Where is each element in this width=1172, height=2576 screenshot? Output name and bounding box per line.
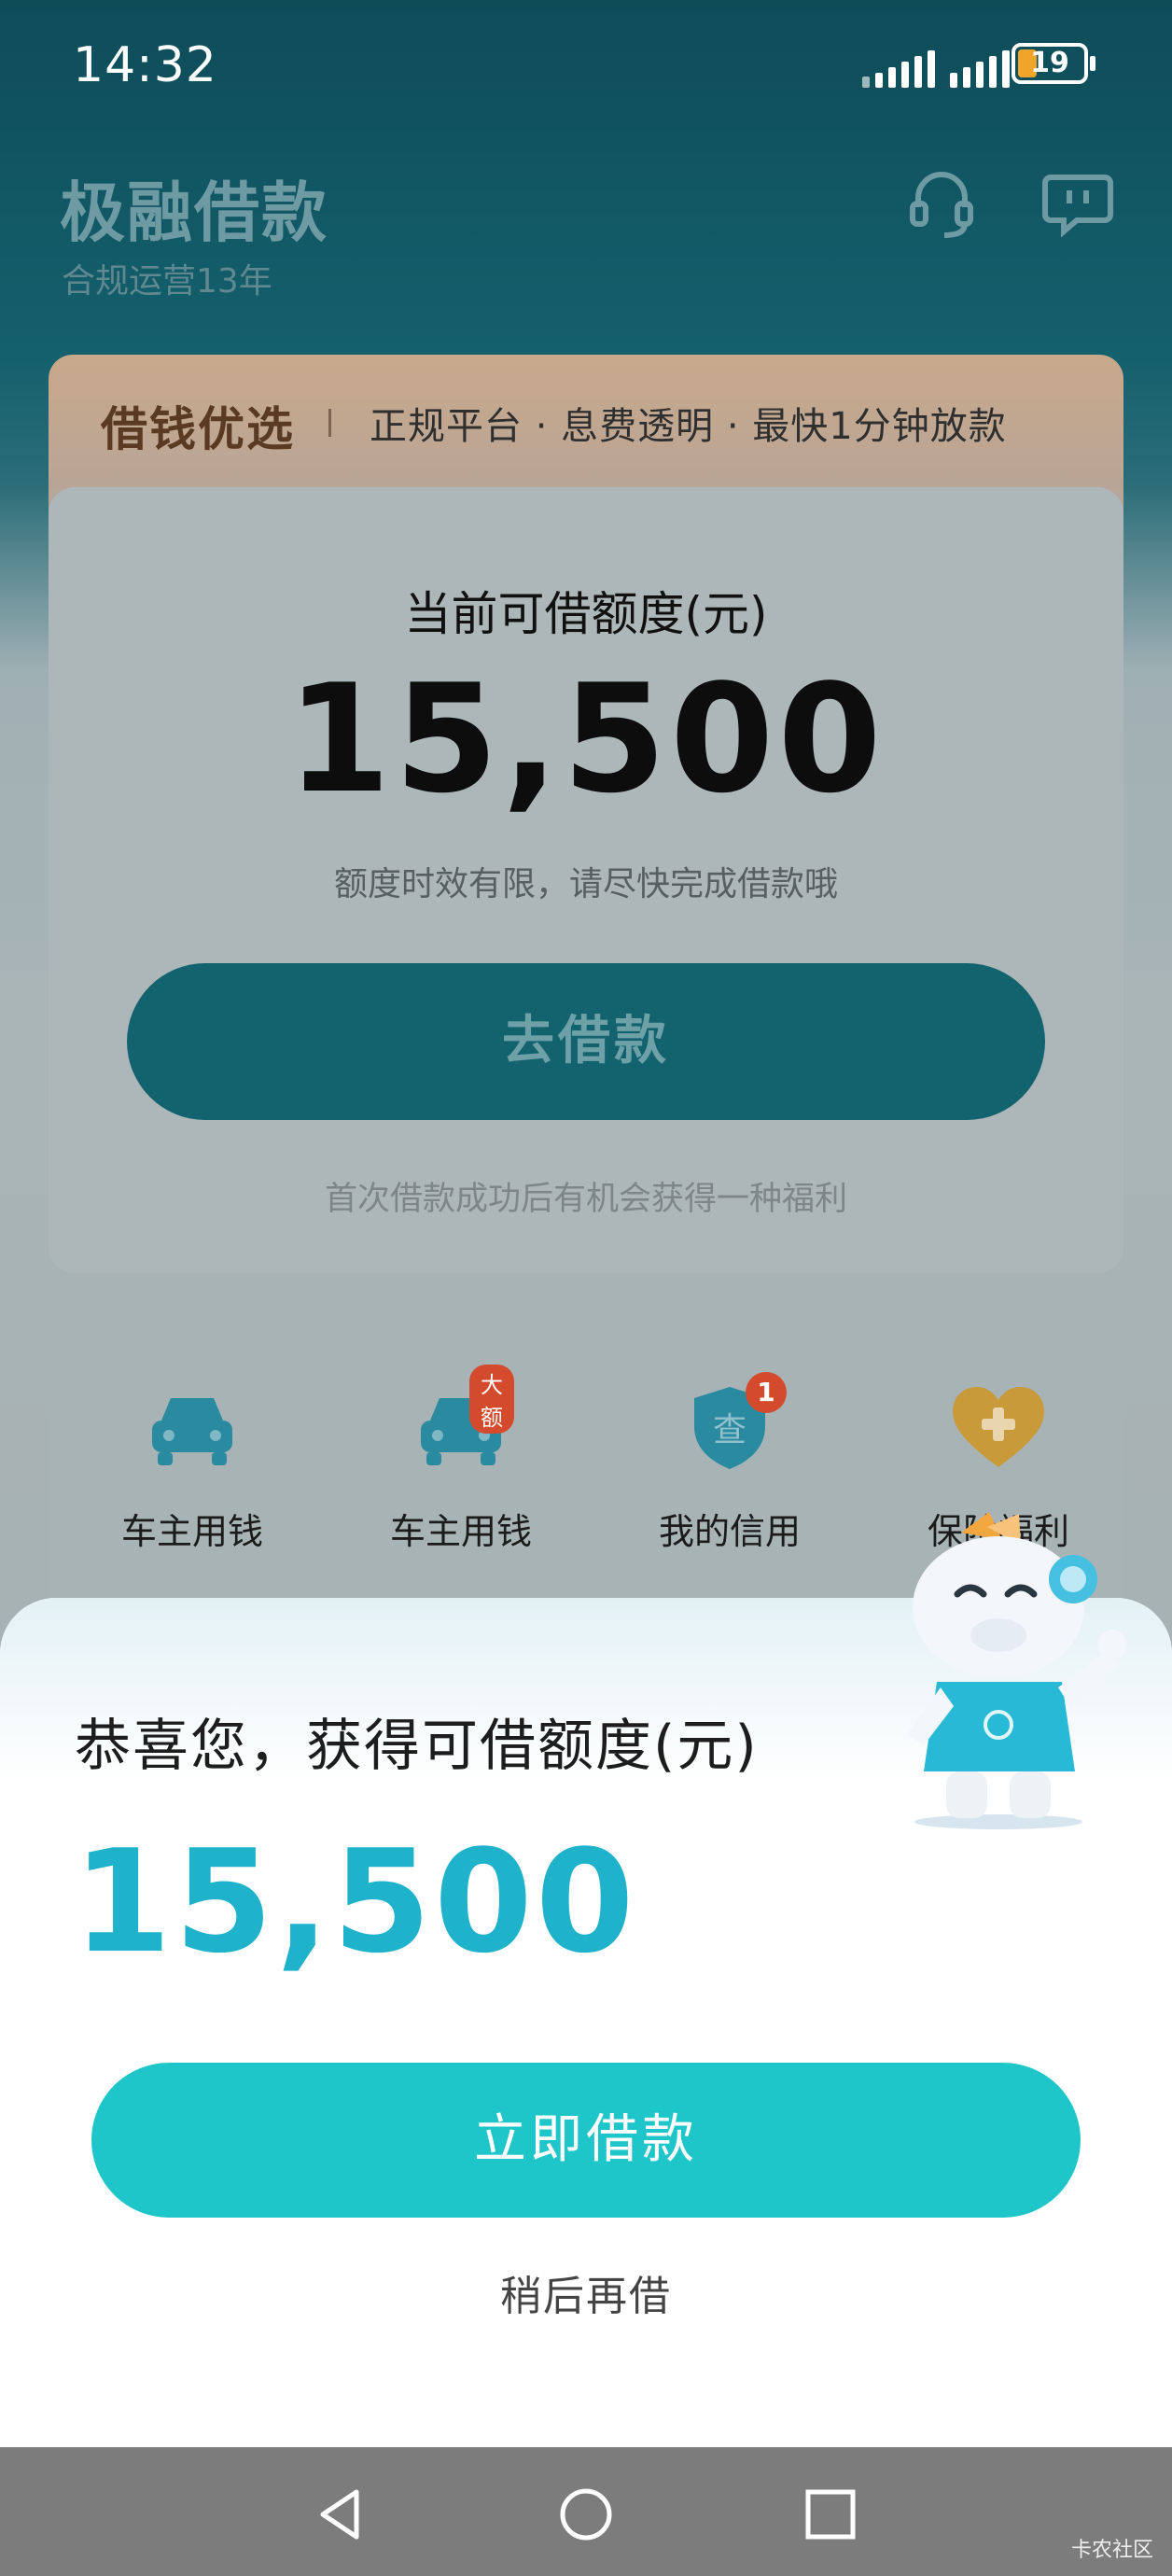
car-icon: 大额 bbox=[410, 1365, 514, 1475]
message-icon[interactable] bbox=[1041, 166, 1114, 239]
car-icon bbox=[141, 1381, 244, 1475]
grid-item-label: 车主用钱 bbox=[120, 1511, 263, 1552]
large-amount-badge: 大额 bbox=[469, 1365, 514, 1434]
grid-item-my-credit[interactable]: 查 1 我的信用 bbox=[618, 1372, 842, 1554]
system-nav-bar: 卡农社区 bbox=[0, 2447, 1172, 2576]
home-icon[interactable] bbox=[556, 2485, 616, 2544]
grid-item-car-loan[interactable]: 车主用钱 bbox=[80, 1381, 304, 1554]
divider bbox=[328, 409, 331, 437]
benefit-note: 首次借款成功后有机会获得一种福利 bbox=[324, 1181, 847, 1218]
battery-icon: 19 bbox=[1012, 43, 1095, 84]
promo-title: 借钱优选 bbox=[101, 402, 295, 456]
credit-card: 当前可借额度(元) 15,500 额度时效有限，请尽快完成借款哦 去借款 首次借… bbox=[49, 487, 1123, 1273]
grid-item-car-loan-large[interactable]: 大额 车主用钱 bbox=[349, 1365, 573, 1554]
watermark: 卡农社区 bbox=[1070, 2539, 1153, 2562]
credit-amount: 15,500 bbox=[286, 651, 886, 826]
borrow-now-button[interactable]: 立即借款 bbox=[91, 2063, 1081, 2218]
app-subtitle: 合规运营13年 bbox=[62, 262, 272, 301]
mascot-illustration bbox=[868, 1505, 1138, 1831]
customer-service-icon[interactable] bbox=[905, 166, 978, 239]
credit-shield-icon: 查 1 bbox=[678, 1372, 787, 1475]
signal-icon bbox=[862, 50, 935, 88]
credit-tip: 额度时效有限，请尽快完成借款哦 bbox=[333, 865, 838, 903]
battery-level: 19 bbox=[1030, 47, 1069, 79]
status-bar: 14:32 19 bbox=[0, 0, 1172, 140]
grid-item-label: 车主用钱 bbox=[389, 1511, 532, 1552]
signal-icon bbox=[950, 50, 1010, 88]
credit-label: 当前可借额度(元) bbox=[404, 587, 768, 641]
notification-badge: 1 bbox=[746, 1372, 787, 1413]
credit-shield-glyph: 查 bbox=[713, 1411, 746, 1449]
promo-text: 正规平台 · 息费透明 · 最快1分钟放款 bbox=[370, 405, 1007, 448]
recents-icon[interactable] bbox=[801, 2485, 860, 2544]
borrow-button[interactable]: 去借款 bbox=[127, 963, 1045, 1120]
status-time: 14:32 bbox=[73, 37, 217, 93]
heart-plus-icon bbox=[947, 1381, 1050, 1475]
sheet-title: 恭喜您，获得可借额度(元) bbox=[75, 1714, 759, 1779]
app-title: 极融借款 bbox=[60, 175, 328, 251]
back-icon[interactable] bbox=[312, 2485, 371, 2544]
sheet-amount: 15,500 bbox=[73, 1819, 637, 1984]
borrow-later-link[interactable]: 稍后再借 bbox=[0, 2262, 1172, 2322]
grid-item-label: 我的信用 bbox=[658, 1511, 801, 1552]
